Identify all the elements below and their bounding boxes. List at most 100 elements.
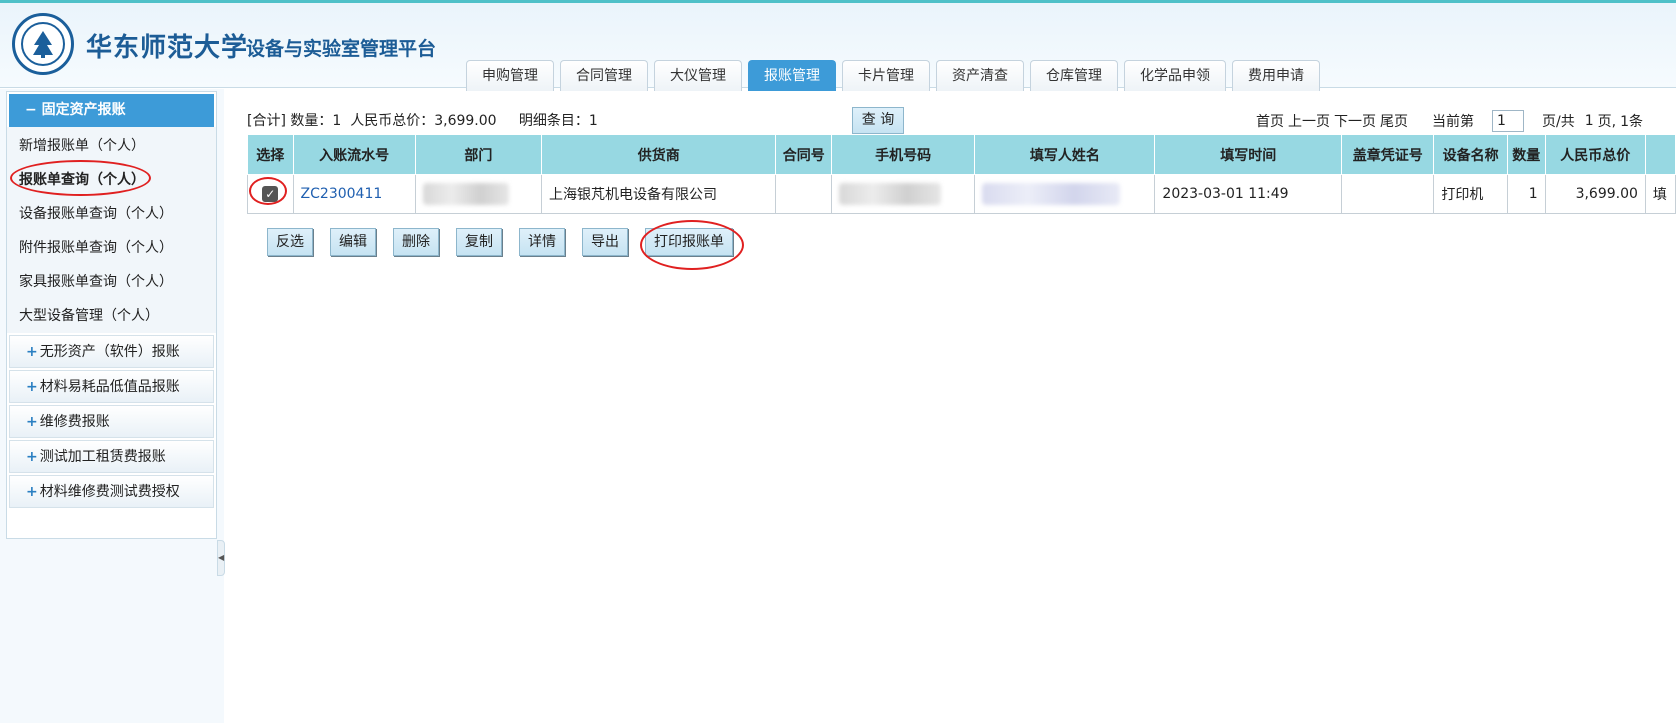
total-pages-label: 页/共 (1542, 114, 1575, 130)
plus-icon: + (26, 484, 38, 500)
redacted-name (982, 183, 1121, 205)
redacted-phone (839, 183, 942, 205)
summary-amount-label: 人民币总价： (350, 113, 435, 129)
sidebar-group-label: 维修费报账 (39, 414, 110, 430)
platform-name: 设备与实验室管理平台 (246, 38, 437, 60)
sidebar-group-repair[interactable]: + 维修费报账 (9, 405, 214, 438)
detail-button[interactable]: 详情 (519, 228, 565, 256)
university-logo-icon (12, 13, 74, 75)
sidebar-group-intangible[interactable]: + 无形资产（软件）报账 (9, 335, 214, 368)
summary-detail-count: 1 (588, 113, 598, 129)
sidebar-item-equipment-query[interactable]: 设备报账单查询（个人） (7, 197, 216, 231)
university-name: 华东师范大学 (86, 33, 249, 63)
col-header-extra (1644, 134, 1676, 175)
summary-bar: [合计] 数量：1 人民币总价：3,699.00 明细条目：1 (247, 110, 598, 130)
col-header-serial: 入账流水号 (292, 134, 416, 175)
sidebar: − 固定资产报账 新增报账单（个人） 报账单查询（个人） 设备报账单查询（个人）… (6, 91, 217, 539)
record-count: 1条 (1620, 114, 1644, 130)
tab-warehouse[interactable]: 仓库管理 (1030, 60, 1118, 91)
table-header-row: 选择 入账流水号 部门 供货商 合同号 手机号码 填写人姓名 填写时间 盖章凭证… (247, 134, 1676, 175)
sidebar-section-fixed-assets[interactable]: − 固定资产报账 (9, 94, 214, 127)
sidebar-item-attachment-query[interactable]: 附件报账单查询（个人） (7, 231, 216, 265)
sidebar-group-consumables[interactable]: + 材料易耗品低值品报账 (9, 370, 214, 403)
col-header-supplier: 供货商 (540, 134, 777, 175)
serial-link[interactable]: ZC2300411 (301, 186, 383, 202)
cell-stamp-no (1341, 174, 1435, 214)
cell-serial[interactable]: ZC2300411 (292, 174, 416, 214)
first-page-link[interactable]: 首页 (1256, 111, 1284, 131)
plus-icon: + (26, 344, 38, 360)
edit-button[interactable]: 编辑 (330, 228, 376, 256)
sidebar-item-list: 新增报账单（个人） 报账单查询（个人） 设备报账单查询（个人） 附件报账单查询（… (7, 127, 216, 333)
cell-device-name: 打印机 (1433, 174, 1508, 214)
main-nav-tabs: 申购管理 合同管理 大仪管理 报账管理 卡片管理 资产清查 仓库管理 化学品申领… (466, 60, 1326, 91)
cell-total: 3,699.00 (1544, 174, 1646, 214)
tab-contract[interactable]: 合同管理 (560, 60, 648, 91)
sidebar-section-label: 固定资产报账 (41, 102, 126, 118)
sidebar-collapse-handle[interactable]: ◀ (217, 540, 225, 576)
tab-card[interactable]: 卡片管理 (842, 60, 930, 91)
total-pages: 1 (1584, 113, 1594, 129)
table-row[interactable]: ✓ ZC2300411 上海银芃机电设备有限公司 2023-03-01 11:4… (247, 174, 1676, 214)
tab-large-instrument[interactable]: 大仪管理 (654, 60, 742, 91)
plus-icon: + (26, 379, 38, 395)
col-header-qty: 数量 (1506, 134, 1546, 175)
tab-chemical[interactable]: 化学品申领 (1124, 60, 1226, 91)
cell-filler-name (974, 174, 1156, 214)
copy-button[interactable]: 复制 (456, 228, 502, 256)
prev-page-link[interactable]: 上一页 (1288, 111, 1330, 131)
cell-qty: 1 (1506, 174, 1546, 214)
cell-supplier: 上海银芃机电设备有限公司 (540, 174, 777, 214)
col-header-stamp-no: 盖章凭证号 (1341, 134, 1435, 175)
summary-detail-label: 明细条目： (518, 113, 589, 129)
tab-reimbursement[interactable]: 报账管理 (748, 60, 836, 91)
last-page-link[interactable]: 尾页 (1380, 111, 1408, 131)
plus-icon: + (26, 449, 38, 465)
sidebar-group-label: 材料维修费测试费授权 (39, 484, 180, 500)
cell-phone (831, 174, 976, 214)
sidebar-item-furniture-query[interactable]: 家具报账单查询（个人） (7, 265, 216, 299)
sidebar-group-authorization[interactable]: + 材料维修费测试费授权 (9, 475, 214, 508)
sidebar-item-new-reimbursement[interactable]: 新增报账单（个人） (7, 129, 216, 163)
page-header: 华东师范大学 设备与实验室管理平台 申购管理 合同管理 大仪管理 报账管理 卡片… (0, 0, 1676, 91)
sidebar-group-label: 测试加工租赁费报账 (39, 449, 166, 465)
page-unit: 页, (1597, 114, 1617, 130)
sidebar-group-testing-rental[interactable]: + 测试加工租赁费报账 (9, 440, 214, 473)
plus-icon: + (26, 414, 38, 430)
summary-amount: 3,699.00 (434, 113, 497, 129)
sidebar-item-large-equipment[interactable]: 大型设备管理（个人） (7, 299, 216, 333)
redacted-department (422, 183, 509, 205)
reimbursement-table: 选择 入账流水号 部门 供货商 合同号 手机号码 填写人姓名 填写时间 盖章凭证… (247, 134, 1676, 214)
annotation-circle-print (640, 220, 744, 270)
summary-qty-label: 数量： (290, 113, 333, 129)
minus-icon: − (25, 102, 37, 118)
cell-department (414, 174, 543, 214)
page-number-input[interactable]: 1 (1492, 110, 1524, 132)
col-header-department: 部门 (414, 134, 543, 175)
invert-selection-button[interactable]: 反选 (267, 228, 313, 256)
cell-contract (775, 174, 833, 214)
col-header-total: 人民币总价 (1544, 134, 1646, 175)
sidebar-group-label: 材料易耗品低值品报账 (39, 379, 180, 395)
col-header-select: 选择 (247, 134, 294, 175)
next-page-link[interactable]: 下一页 (1334, 111, 1376, 131)
col-header-device-name: 设备名称 (1433, 134, 1508, 175)
cell-extra: 填 (1644, 174, 1676, 214)
summary-total-label: [合计] (247, 113, 286, 129)
cell-fill-time: 2023-03-01 11:49 (1154, 174, 1343, 214)
delete-button[interactable]: 删除 (393, 228, 439, 256)
col-header-contract: 合同号 (775, 134, 833, 175)
pagination: 首页 上一页 下一页 尾页 当前第 1 页/共 1 页, 1条 (1256, 110, 1647, 132)
summary-qty: 1 (332, 113, 342, 129)
col-header-fill-time: 填写时间 (1154, 134, 1343, 175)
sidebar-group-label: 无形资产（软件）报账 (39, 344, 180, 360)
tab-purchase[interactable]: 申购管理 (466, 60, 554, 91)
tab-asset-inventory[interactable]: 资产清查 (936, 60, 1024, 91)
col-header-phone: 手机号码 (831, 134, 976, 175)
export-button[interactable]: 导出 (582, 228, 628, 256)
current-page-label: 当前第 (1432, 114, 1474, 130)
query-button[interactable]: 查 询 (852, 107, 904, 134)
col-header-filler-name: 填写人姓名 (974, 134, 1156, 175)
annotation-circle-sidebar (10, 160, 151, 196)
tab-expense[interactable]: 费用申请 (1232, 60, 1320, 91)
